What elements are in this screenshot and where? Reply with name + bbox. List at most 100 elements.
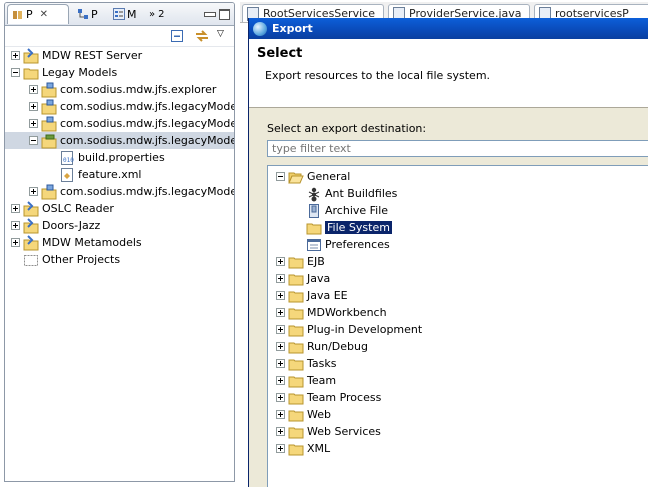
expand-icon[interactable] (276, 342, 285, 351)
collapse-icon[interactable] (29, 136, 38, 145)
tree-item[interactable]: com.sodius.mdw.jfs.explorer (5, 81, 216, 98)
filter-input[interactable] (267, 140, 654, 157)
folder-icon (288, 390, 304, 406)
view-menu-icon[interactable]: ▽ (217, 29, 229, 41)
tree-item-label: Run/Debug (307, 340, 368, 353)
expand-icon[interactable] (276, 444, 285, 453)
expand-icon[interactable] (29, 85, 38, 94)
expand-icon[interactable] (276, 274, 285, 283)
expand-icon[interactable] (11, 51, 20, 60)
tree-item-label: Web Services (307, 425, 381, 438)
folder-icon (288, 254, 304, 270)
tree-item[interactable]: XML (268, 440, 330, 457)
expand-icon[interactable] (276, 359, 285, 368)
tree-item-label: EJB (307, 255, 325, 268)
project-explorer-panel: P ✕ P M » 2 ▽ MDW REST Server Legay Mode… (4, 2, 235, 482)
tree-item-label: Web (307, 408, 331, 421)
tree-item[interactable]: General (268, 168, 350, 185)
tree-item[interactable]: Ant Buildfiles (268, 185, 397, 202)
collapse-icon[interactable] (276, 172, 285, 181)
close-icon[interactable]: ✕ (40, 9, 48, 20)
tab-label: P (26, 8, 33, 21)
expand-icon[interactable] (11, 204, 20, 213)
feature-file-icon (59, 167, 75, 183)
tree-item[interactable]: OSLC Reader (5, 200, 114, 217)
working-set-icon (23, 252, 39, 268)
tree-item[interactable]: MDW REST Server (5, 47, 142, 64)
tree-item[interactable]: Doors-Jazz (5, 217, 100, 234)
tree-item[interactable]: Run/Debug (268, 338, 368, 355)
folder-open-icon (288, 169, 304, 185)
link-with-editor-icon[interactable] (195, 30, 208, 42)
tree-item[interactable]: feature.xml (5, 166, 142, 183)
expand-icon[interactable] (276, 393, 285, 402)
tab-label: P (91, 7, 98, 21)
tab-hierarchy[interactable]: P (77, 4, 98, 24)
folder-icon (23, 65, 39, 81)
maximize-icon[interactable] (219, 9, 230, 20)
tree-item-label: com.sodius.mdw.jfs.legacyModels (60, 185, 235, 198)
properties-file-icon: 010 (59, 150, 75, 166)
tree-item[interactable]: Team (268, 372, 336, 389)
dialog-title: Export (272, 22, 313, 35)
tab-package-explorer[interactable]: P ✕ (7, 4, 69, 24)
tree-item-label: Team Process (307, 391, 382, 404)
tree-item[interactable]: Team Process (268, 389, 381, 406)
tree-item-label: MDW Metamodels (42, 236, 142, 249)
tree-item[interactable]: Preferences (268, 236, 390, 253)
tree-item[interactable]: com.sodius.mdw.jfs.legacyModels (5, 115, 234, 132)
expand-icon[interactable] (276, 308, 285, 317)
export-dialog: Export Select Export resources to the lo… (248, 18, 654, 488)
expand-icon[interactable] (276, 410, 285, 419)
tree-item[interactable]: Tasks (268, 355, 336, 372)
tree-item[interactable]: MDW Metamodels (5, 234, 142, 251)
tree-item[interactable]: Other Projects (5, 251, 120, 268)
tree-item[interactable]: File System (268, 219, 393, 236)
collapse-icon[interactable] (11, 68, 20, 77)
expand-icon[interactable] (276, 257, 285, 266)
tree-item[interactable]: Java EE (268, 287, 348, 304)
expand-icon[interactable] (29, 102, 38, 111)
tree-item[interactable]: Java (268, 270, 330, 287)
tree-item-label: Other Projects (42, 253, 121, 266)
overflow-tabs-button[interactable]: » 2 (149, 4, 165, 24)
export-destination-label: Select an export destination: (267, 122, 427, 135)
tree-item[interactable]: Legay Models (5, 64, 117, 81)
tree-item-label: MDW REST Server (42, 49, 143, 62)
tree-item-label: General (307, 170, 351, 183)
project-icon (23, 217, 39, 234)
expand-icon[interactable] (29, 119, 38, 128)
expand-icon[interactable] (276, 376, 285, 385)
tree-item[interactable]: com.sodius.mdw.jfs.legacyModels (5, 98, 234, 115)
tab-outline[interactable]: M (113, 4, 137, 24)
hierarchy-icon (77, 8, 88, 20)
expand-icon[interactable] (11, 238, 20, 247)
tree-item[interactable]: Web Services (268, 423, 381, 440)
tree-item-label: feature.xml (78, 168, 142, 181)
expand-icon[interactable] (29, 187, 38, 196)
outline-icon (113, 8, 125, 20)
archive-icon (306, 203, 322, 219)
tree-item[interactable]: Plug-in Development (268, 321, 422, 338)
tree-item[interactable]: Web (268, 406, 331, 423)
minimize-icon[interactable] (204, 12, 216, 17)
tree-item[interactable]: com.sodius.mdw.jfs.legacyModels (5, 183, 235, 200)
expand-icon[interactable] (276, 427, 285, 436)
tree-item[interactable]: MDWorkbench (268, 304, 387, 321)
expand-icon[interactable] (11, 221, 20, 230)
tree-item[interactable]: 010 build.properties (5, 149, 165, 166)
view-tab-strip: P ✕ P M » 2 (5, 3, 234, 26)
collapse-all-icon[interactable] (171, 30, 183, 42)
expand-icon[interactable] (276, 325, 285, 334)
folder-icon (288, 441, 304, 457)
tab-label: M (127, 7, 137, 21)
overflow-chevron-icon: » (149, 8, 156, 20)
expand-icon[interactable] (276, 291, 285, 300)
tree-item[interactable]: com.sodius.mdw.jfs.legacyModels (5, 132, 234, 149)
dialog-titlebar[interactable]: Export (249, 18, 654, 39)
tree-item[interactable]: Archive File (268, 202, 388, 219)
tree-item[interactable]: EJB (268, 253, 325, 270)
